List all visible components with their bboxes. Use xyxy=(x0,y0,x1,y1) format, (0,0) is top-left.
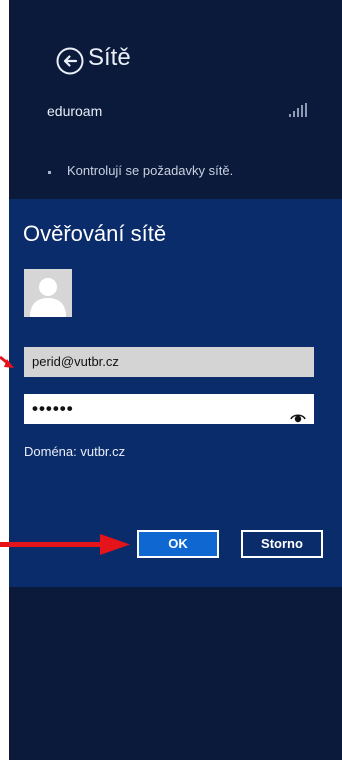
user-avatar-icon xyxy=(24,269,72,317)
signal-strength-icon xyxy=(288,103,308,117)
network-name[interactable]: eduroam xyxy=(47,103,102,119)
annotation-arrow-username xyxy=(0,355,14,368)
password-value: •••••• xyxy=(32,399,74,418)
username-field[interactable]: perid@vutbr.cz xyxy=(24,347,314,377)
password-field[interactable]: •••••• xyxy=(24,394,314,424)
ok-button[interactable]: OK xyxy=(137,530,219,558)
page-title: Sítě xyxy=(88,44,131,71)
authentication-dialog: Ověřování sítě perid@vutbr.cz •••••• Dom… xyxy=(9,199,342,587)
screen: Sítě eduroam Kontrolují se požadavky sít… xyxy=(0,0,342,760)
reveal-password-icon[interactable] xyxy=(290,403,306,423)
back-arrow-circle-icon xyxy=(56,47,84,75)
network-status-text: Kontrolují se požadavky sítě. xyxy=(67,163,234,178)
dialog-title: Ověřování sítě xyxy=(23,221,167,246)
back-button[interactable] xyxy=(55,46,85,76)
cancel-button[interactable]: Storno xyxy=(241,530,323,558)
annotation-arrow-ok xyxy=(0,534,130,555)
status-bullet xyxy=(48,171,51,174)
domain-label: Doména: vutbr.cz xyxy=(24,444,126,459)
